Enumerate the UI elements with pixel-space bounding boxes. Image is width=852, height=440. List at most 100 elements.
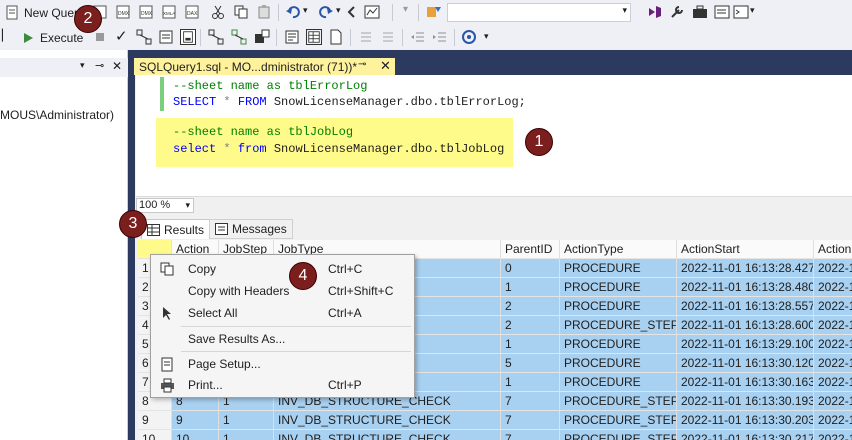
cell-action[interactable]: 9 — [172, 411, 219, 430]
cell-actiontype[interactable]: PROCEDURE_STEP — [560, 392, 677, 411]
cell-actions[interactable]: 2022-1 — [814, 411, 852, 430]
results-to-grid-icon[interactable] — [180, 29, 196, 45]
cell-actiontype[interactable]: PROCEDURE — [560, 373, 677, 392]
zoom-combo[interactable]: 100 % ▾ — [136, 198, 194, 213]
cell-actionstart[interactable]: 2022-11-01 16:13:30.203 — [677, 411, 814, 430]
cell-parentid[interactable]: 7 — [501, 392, 560, 411]
table-row[interactable]: 10 10 1 INV_DB_STRUCTURE_CHECK 7 PROCEDURE_ST… — [138, 430, 852, 440]
splitter[interactable] — [128, 50, 135, 440]
cell-parentid[interactable]: 2 — [501, 316, 560, 335]
query-in-editor-icon[interactable] — [158, 29, 174, 45]
cell-actionstart[interactable]: 2022-11-01 16:13:28.427 — [677, 259, 814, 278]
cell-parentid[interactable]: 7 — [501, 430, 560, 440]
specify-template-values-icon[interactable] — [461, 29, 477, 45]
results-to-text-icon[interactable] — [284, 29, 300, 45]
properties-icon[interactable] — [714, 4, 730, 20]
menu-item-copy[interactable]: Copy Ctrl+C — [151, 259, 414, 279]
find-combo[interactable]: ▾ — [447, 3, 631, 22]
cell-actiontype[interactable]: PROCEDURE — [560, 297, 677, 316]
column-header[interactable]: ActionType — [560, 240, 677, 259]
tab-messages[interactable]: Messages — [209, 219, 293, 239]
cell-actiontype[interactable]: PROCEDURE — [560, 354, 677, 373]
cell-action[interactable]: 10 — [172, 430, 219, 440]
menu-item-select-all[interactable]: Select All Ctrl+A — [151, 303, 414, 323]
copy-icon[interactable] — [233, 4, 249, 20]
tab-sqlquery1[interactable]: SQLQuery1.sql - MO...dministrator (71))* — [134, 58, 395, 75]
paste-icon[interactable] — [256, 4, 272, 20]
cell-jobtype[interactable]: INV_DB_STRUCTURE_CHECK — [274, 430, 501, 440]
dax-icon[interactable]: DAX — [184, 4, 200, 20]
menu-item-copy-with-headers[interactable]: Copy with Headers Ctrl+Shift+C — [151, 281, 414, 301]
redo-icon[interactable] — [318, 4, 334, 20]
activity-monitor-icon[interactable] — [364, 4, 380, 20]
find-dropdown-icon[interactable]: ▾ — [622, 5, 627, 16]
server-connection-node[interactable]: MOUS\Administrator) — [0, 108, 114, 122]
row-number[interactable]: 10 — [138, 430, 172, 440]
cut-icon[interactable] — [210, 4, 226, 20]
navigate-back-icon[interactable] — [344, 4, 360, 20]
table-row[interactable]: 9 9 1 INV_DB_STRUCTURE_CHECK 7 PROCEDURE_STEP… — [138, 411, 852, 430]
comment-out-icon[interactable] — [358, 29, 374, 45]
visual-studio-icon[interactable] — [647, 4, 663, 20]
toolbar-options-icon[interactable]: ▾ — [750, 5, 755, 16]
configuration-dropdown-icon[interactable]: ▾ — [403, 4, 408, 15]
display-plan-icon[interactable] — [136, 29, 152, 45]
tools-icon[interactable] — [669, 4, 685, 20]
cell-actionstart[interactable]: 2022-11-01 16:13:28.600 — [677, 316, 814, 335]
cell-actions[interactable]: 2022-1 — [814, 430, 852, 440]
cell-parentid[interactable]: 1 — [501, 278, 560, 297]
cell-actiontype[interactable]: PROCEDURE_STEP — [560, 411, 677, 430]
cell-jobstep[interactable]: 1 — [219, 411, 274, 430]
parse-icon[interactable]: ✓ — [115, 27, 128, 45]
dmx-icon[interactable]: DMX — [115, 4, 131, 20]
close-icon[interactable]: ✕ — [112, 59, 122, 73]
mdx-icon[interactable]: DMX — [138, 4, 154, 20]
cell-actions[interactable]: 2022-1 — [814, 259, 852, 278]
sql-toolbar-options-icon[interactable]: ▾ — [484, 31, 489, 42]
panel-dropdown-icon[interactable]: ▾ — [80, 60, 85, 71]
cell-actions[interactable]: 2022-1 — [814, 297, 852, 316]
database-dropdown-icon[interactable]: ▏ — [2, 29, 10, 42]
cell-parentid[interactable]: 2 — [501, 297, 560, 316]
actual-plan-icon[interactable] — [208, 29, 224, 45]
cell-actions[interactable]: 2022-1 — [814, 316, 852, 335]
results-to-file-icon[interactable] — [328, 29, 344, 45]
uncomment-icon[interactable] — [380, 29, 396, 45]
cell-parentid[interactable]: 1 — [501, 335, 560, 354]
cell-actionstart[interactable]: 2022-11-01 16:13:29.100 — [677, 335, 814, 354]
column-header[interactable]: ParentID — [501, 240, 560, 259]
cell-actiontype[interactable]: PROCEDURE — [560, 278, 677, 297]
tab-close-icon[interactable]: ✕ — [380, 58, 391, 74]
cell-parentid[interactable]: 1 — [501, 373, 560, 392]
cell-actions[interactable]: 2022-1 — [814, 354, 852, 373]
cell-parentid[interactable]: 5 — [501, 354, 560, 373]
find-icon[interactable] — [426, 4, 442, 20]
cell-actionstart[interactable]: 2022-11-01 16:13:30.193 — [677, 392, 814, 411]
cell-parentid[interactable]: 0 — [501, 259, 560, 278]
tab-pin-icon[interactable]: ⊸ — [358, 59, 366, 70]
zoom-dropdown-icon[interactable]: ▾ — [185, 199, 190, 212]
cell-actions[interactable]: 2022-1 — [814, 373, 852, 392]
column-header[interactable]: ActionS — [814, 240, 852, 259]
cell-jobstep[interactable]: 1 — [219, 430, 274, 440]
cell-actiontype[interactable]: PROCEDURE_STEP — [560, 430, 677, 440]
results-grid-icon[interactable] — [306, 29, 322, 45]
xmla-icon[interactable]: XMLA — [161, 4, 177, 20]
pin-icon[interactable]: ⊸ — [95, 59, 104, 72]
cell-actions[interactable]: 2022-1 — [814, 278, 852, 297]
menu-item-print[interactable]: Print... Ctrl+P — [151, 375, 414, 395]
tab-results[interactable]: Results — [141, 219, 211, 239]
cell-jobtype[interactable]: INV_DB_STRUCTURE_CHECK — [274, 411, 501, 430]
increase-indent-icon[interactable] — [432, 29, 448, 45]
row-number[interactable]: 9 — [138, 411, 172, 430]
cell-actiontype[interactable]: PROCEDURE — [560, 335, 677, 354]
command-window-icon[interactable] — [733, 4, 749, 20]
toolbox-icon[interactable] — [692, 4, 708, 20]
cell-actionstart[interactable]: 2022-11-01 16:13:30.120 — [677, 354, 814, 373]
new-query-button[interactable]: New Query — [4, 3, 84, 22]
cell-actionstart[interactable]: 2022-11-01 16:13:30.163 — [677, 373, 814, 392]
cell-actionstart[interactable]: 2022-11-01 16:13:30.217 — [677, 430, 814, 440]
undo-dropdown-icon[interactable]: ▾ — [303, 5, 308, 16]
live-statistics-icon[interactable] — [231, 29, 247, 45]
undo-icon[interactable] — [285, 4, 301, 20]
